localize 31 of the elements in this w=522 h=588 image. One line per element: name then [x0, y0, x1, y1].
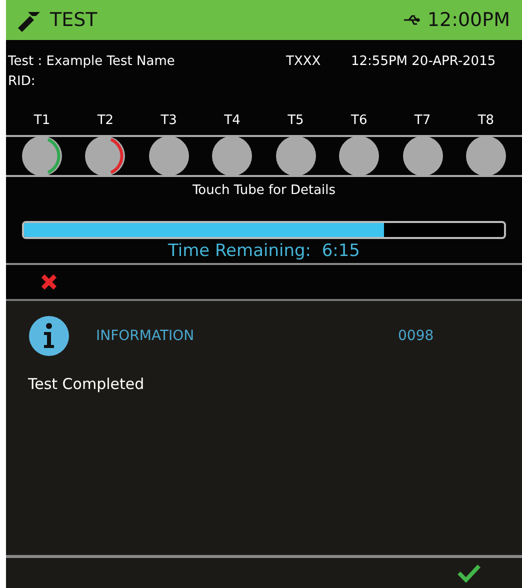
checkmark-icon [457, 563, 481, 583]
test-code: TXXX [286, 53, 322, 71]
tube-button[interactable] [148, 136, 189, 176]
dialog-code: 0098 [398, 326, 434, 346]
tube-label: T7 [413, 112, 432, 130]
tube-label: T8 [476, 112, 496, 130]
dialog-title: INFORMATION [96, 326, 196, 346]
dialog-message: Test Completed [27, 374, 146, 395]
tube-button[interactable] [85, 136, 126, 176]
tube-label: T1 [32, 112, 52, 130]
clock-time: 12:00PM [427, 8, 510, 33]
time-remaining: Time Remaining: 6:15 [168, 240, 360, 263]
usb-icon [403, 14, 422, 26]
tube-label: T2 [96, 112, 115, 130]
tube-button[interactable] [339, 136, 380, 176]
tube-label: T3 [160, 112, 178, 130]
tube-label: T6 [350, 112, 368, 130]
hint-text: Touch Tube for Details [192, 182, 336, 200]
test-name: Test : Example Test Name [8, 53, 176, 71]
test-datetime: 12:55PM 20-APR-2015 [351, 53, 496, 71]
screen-title: TEST [50, 8, 98, 33]
tube-button[interactable] [212, 136, 252, 176]
tube-button[interactable] [466, 136, 506, 176]
tube-button[interactable] [402, 136, 443, 176]
info-icon [28, 315, 70, 357]
tube-label: T5 [286, 112, 305, 130]
tube-button[interactable] [276, 136, 316, 176]
tube-label: T4 [223, 112, 242, 130]
close-icon [40, 273, 58, 291]
tube-button[interactable] [22, 136, 62, 176]
rid-label: RID: [7, 72, 36, 90]
